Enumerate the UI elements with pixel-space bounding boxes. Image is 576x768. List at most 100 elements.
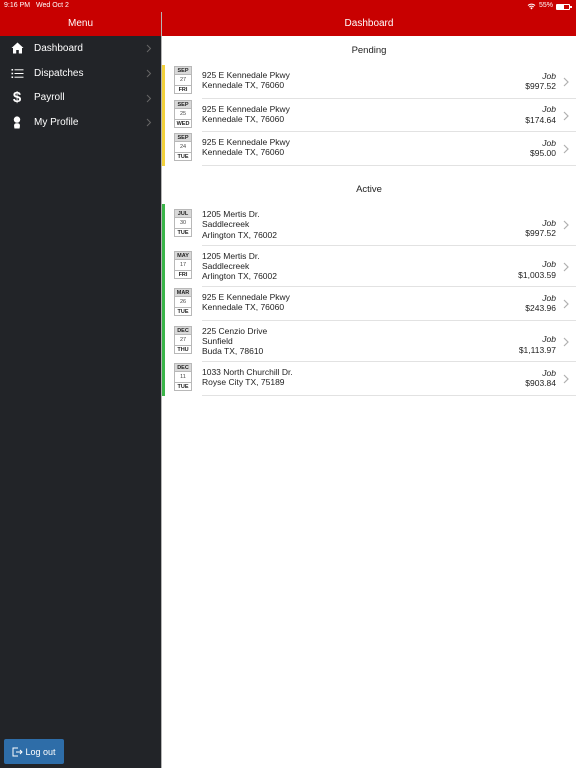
date-weekday: TUE <box>175 228 191 236</box>
address: 925 E Kennedale Pkwy Kennedale TX, 76060 <box>202 99 576 125</box>
date-weekday: TUE <box>175 382 191 390</box>
logout-icon <box>12 747 24 756</box>
sidebar-item-label: Dashboard <box>34 42 83 54</box>
logout-button[interactable]: Log out <box>4 739 64 764</box>
chevron-right-icon <box>146 44 152 53</box>
list-item[interactable]: DEC 11 TUE 1033 North Churchill Dr. Roys… <box>174 362 576 396</box>
job-summary: Job $903.84 <box>525 368 556 389</box>
dollar-icon: $ <box>12 89 22 107</box>
job-type: Job <box>542 259 556 270</box>
sidebar-item-dashboard[interactable]: Dashboard <box>0 36 161 61</box>
address: 1205 Mertis Dr. Saddlecreek Arlington TX… <box>202 204 576 240</box>
sidebar-item-my-profile[interactable]: My Profile <box>0 110 161 135</box>
calendar-date-icon: DEC 11 TUE <box>174 363 192 391</box>
sidebar-item-dispatches[interactable]: Dispatches <box>0 61 161 86</box>
address-line: Kennedale TX, 76060 <box>202 302 285 313</box>
date-weekday: THU <box>175 344 191 353</box>
address-line: Kennedale TX, 76060 <box>202 80 285 91</box>
list-item[interactable]: MAR 26 TUE 925 E Kennedale Pkwy Kennedal… <box>174 287 576 321</box>
battery-fill <box>557 4 564 9</box>
date-month: SEP <box>175 100 191 109</box>
date-day: 27 <box>179 77 187 83</box>
address-line: 925 E Kennedale Pkwy <box>202 103 290 114</box>
date-weekday: WED <box>175 118 191 127</box>
address-line: Saddlecreek <box>202 219 250 230</box>
pending-accent-bar <box>162 65 165 166</box>
calendar-date-icon: DEC 27 THU <box>174 325 192 354</box>
job-amount: $903.84 <box>525 378 556 389</box>
wifi-icon <box>527 3 536 9</box>
job-summary: Job $95.00 <box>530 138 556 159</box>
sidebar-title: Menu <box>0 12 161 36</box>
calendar-date-icon: SEP 27 FRI <box>174 66 192 94</box>
job-summary: Job $1,003.59 <box>518 259 556 280</box>
address-line: 925 E Kennedale Pkwy <box>202 292 290 302</box>
job-summary: Job $1,113.97 <box>519 334 556 355</box>
date-month: SEP <box>175 134 191 142</box>
address-line: 925 E Kennedale Pkwy <box>202 70 290 80</box>
sidebar-menu: Dashboard Dispatches $ Payroll My Profil… <box>0 36 161 135</box>
chevron-right-icon <box>146 94 152 102</box>
list-icon <box>10 66 24 80</box>
list-item[interactable]: SEP 24 TUE 925 E Kennedale Pkwy Kennedal… <box>174 132 576 166</box>
active-accent-bar <box>162 204 165 396</box>
list-item[interactable]: JUL 30 TUE 1205 Mertis Dr. Saddlecreek A… <box>174 204 576 246</box>
job-amount: $174.64 <box>525 114 556 125</box>
date-month: SEP <box>175 67 191 75</box>
battery-percent: 55% <box>538 2 553 9</box>
address: 925 E Kennedale Pkwy Kennedale TX, 76060 <box>202 132 576 158</box>
chevron-right-icon <box>563 337 569 346</box>
list-item[interactable]: SEP 25 WED 925 E Kennedale Pkwy Kennedal… <box>174 99 576 132</box>
address-line: Kennedale TX, 76060 <box>202 147 285 158</box>
job-summary: Job $997.52 <box>525 71 556 92</box>
sidebar: Menu Dashboard Dispatches $ Payroll My P… <box>0 0 161 768</box>
address-line: 925 E Kennedale Pkwy <box>202 137 290 147</box>
calendar-date-icon: SEP 24 TUE <box>174 133 192 161</box>
list-item[interactable]: DEC 27 THU 225 Cenzio Drive Sunfield Bud… <box>174 321 576 362</box>
calendar-date-icon: MAY 17 FRI <box>174 250 192 279</box>
section-title-pending: Pending <box>351 45 387 56</box>
date-month: DEC <box>175 326 191 335</box>
job-amount: $243.96 <box>525 303 556 314</box>
date-weekday: FRI <box>175 85 191 93</box>
chevron-right-icon <box>563 77 569 87</box>
date-day: 30 <box>179 220 187 226</box>
address: 925 E Kennedale Pkwy Kennedale TX, 76060 <box>202 287 576 313</box>
sidebar-item-payroll[interactable]: $ Payroll <box>0 86 161 111</box>
status-bar: 9:16 PM Wed Oct 2 55% <box>0 0 576 12</box>
address: 925 E Kennedale Pkwy Kennedale TX, 76060 <box>202 65 576 91</box>
chevron-right-icon <box>563 374 569 384</box>
list-item[interactable]: MAY 17 FRI 1205 Mertis Dr. Saddlecreek A… <box>174 246 576 287</box>
job-amount: $997.52 <box>525 228 556 239</box>
date-month: DEC <box>175 364 191 372</box>
section-title-active: Active <box>356 184 382 195</box>
calendar-date-icon: MAR 26 TUE <box>174 288 192 316</box>
date-weekday: TUE <box>175 307 191 315</box>
sidebar-item-label: My Profile <box>34 117 79 129</box>
date-day: 24 <box>179 144 187 150</box>
job-type: Job <box>542 137 556 148</box>
status-right: 55% <box>527 0 572 12</box>
date-weekday: FRI <box>175 269 191 278</box>
date-day: 27 <box>179 336 187 343</box>
date-day: 26 <box>179 299 187 305</box>
job-type: Job <box>542 104 556 115</box>
address-line: 1205 Mertis Dr. <box>202 209 260 219</box>
date-month: MAY <box>175 251 191 260</box>
logout-label: Log out <box>25 746 56 757</box>
date-day: 11 <box>180 374 186 380</box>
job-summary: Job $243.96 <box>525 293 556 314</box>
chevron-right-icon <box>563 144 569 154</box>
job-type: Job <box>542 367 556 378</box>
chevron-right-icon <box>146 69 152 78</box>
sidebar-item-label: Dispatches <box>34 67 84 79</box>
date-month: JUL <box>175 210 191 218</box>
job-amount: $1,003.59 <box>518 269 556 280</box>
date-day: 17 <box>179 261 187 268</box>
status-date: Wed Oct 2 <box>36 2 69 9</box>
list-item[interactable]: SEP 27 FRI 925 E Kennedale Pkwy Kennedal… <box>174 65 576 99</box>
page-title: Dashboard <box>162 12 576 36</box>
chevron-right-icon <box>563 111 569 120</box>
pending-list: SEP 27 FRI 925 E Kennedale Pkwy Kennedal… <box>162 65 576 166</box>
job-amount: $1,113.97 <box>518 344 556 355</box>
